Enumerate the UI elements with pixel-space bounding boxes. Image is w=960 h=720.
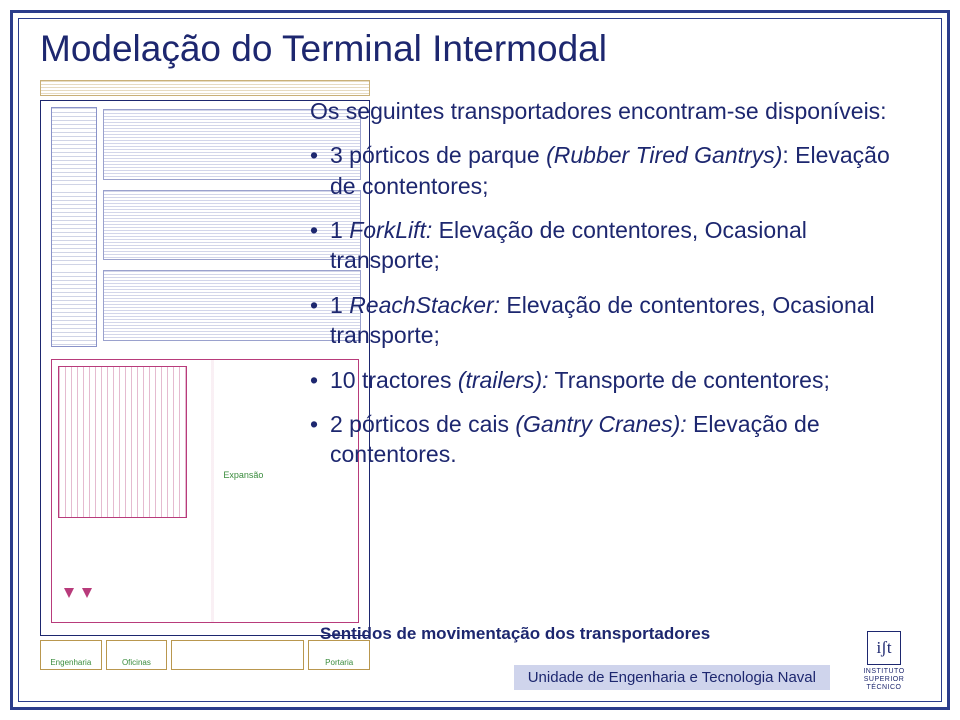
schematic-bottom-box: Oficinas — [106, 640, 168, 670]
intro-text: Os seguintes transportadores encontram-s… — [310, 96, 910, 126]
list-item-italic: (Gantry Cranes): — [515, 411, 686, 437]
list-item-italic: (Rubber Tired Gantrys) — [546, 142, 782, 168]
figure-caption: Sentidos de movimentação dos transportad… — [320, 624, 710, 644]
list-item-italic: ReachStacker: — [349, 292, 500, 318]
logo-line: INSTITUTO — [844, 668, 924, 676]
list-item-prefix: 10 tractores — [330, 367, 458, 393]
schematic-bottom-box — [171, 640, 304, 670]
list-item: 10 tractores (trailers): Transporte de c… — [310, 365, 910, 395]
schematic-bottom-row: Engenharia Oficinas Portaria — [40, 640, 370, 670]
logo-mark: iʃt — [867, 631, 901, 665]
schematic-storage-grid — [51, 107, 97, 347]
list-item: 3 pórticos de parque (Rubber Tired Gantr… — [310, 140, 910, 201]
schematic-rail-top — [40, 80, 370, 96]
arrow-down-icon — [82, 588, 92, 598]
logo-line: TÉCNICO — [844, 684, 924, 692]
list-item-prefix: 2 pórticos de cais — [330, 411, 515, 437]
content-block: Os seguintes transportadores encontram-s… — [310, 96, 910, 484]
list-item-tail: Transporte de contentores; — [549, 367, 830, 393]
list-item: 2 pórticos de cais (Gantry Cranes): Elev… — [310, 409, 910, 470]
list-item-prefix: 1 — [330, 292, 349, 318]
schematic-yard-label: Expansão — [223, 470, 263, 480]
page-title: Modelação do Terminal Intermodal — [40, 28, 607, 70]
schematic-bottom-box: Portaria — [308, 640, 370, 670]
list-item-prefix: 1 — [330, 217, 349, 243]
schematic-bottom-box: Engenharia — [40, 640, 102, 670]
logo-line: SUPERIOR — [844, 676, 924, 684]
bullet-list: 3 pórticos de parque (Rubber Tired Gantr… — [310, 140, 910, 469]
arrow-down-icon — [64, 588, 74, 598]
list-item-prefix: 3 pórticos de parque — [330, 142, 546, 168]
schematic-yard-block — [58, 366, 187, 518]
footer-bar: Unidade de Engenharia e Tecnologia Naval — [514, 665, 830, 690]
list-item-italic: (trailers): — [458, 367, 549, 393]
list-item-italic: ForkLift: — [349, 217, 432, 243]
list-item: 1 ReachStacker: Elevação de contentores,… — [310, 290, 910, 351]
institution-logo: iʃt INSTITUTO SUPERIOR TÉCNICO — [844, 631, 924, 692]
list-item: 1 ForkLift: Elevação de contentores, Oca… — [310, 215, 910, 276]
